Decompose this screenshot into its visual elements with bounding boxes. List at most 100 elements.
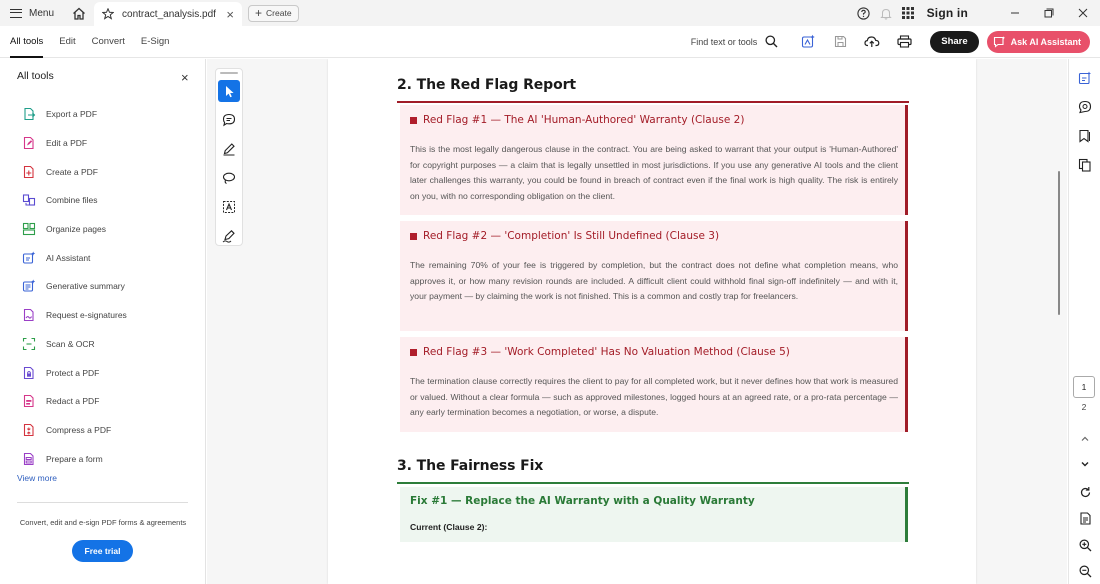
previous-page-button[interactable] — [1075, 429, 1095, 449]
tab-all-tools[interactable]: All tools — [10, 26, 44, 58]
tool-item-compress-a-pdf[interactable]: Compress a PDF — [22, 416, 127, 445]
red-flag-card-2: Red Flag #2 — 'Completion' Is Still Unde… — [400, 221, 908, 331]
tool-item-ai-assistant[interactable]: AI Assistant — [22, 243, 127, 272]
minimize-button[interactable] — [998, 0, 1032, 26]
document-view-icon — [1079, 511, 1091, 525]
cloud-upload-icon — [864, 36, 880, 47]
section-heading-fairness: 3. The Fairness Fix — [397, 458, 544, 474]
current-page-indicator[interactable]: 1 — [1073, 376, 1095, 398]
free-trial-button[interactable]: Free trial — [72, 540, 133, 562]
draw-tool[interactable] — [218, 138, 240, 160]
ai-tools-button[interactable] — [792, 26, 824, 58]
all-tools-panel: All tools × Export a PDF Edit a PDF Create… — [0, 59, 206, 584]
select-tool[interactable] — [218, 80, 240, 102]
search-icon — [765, 35, 778, 48]
panel-title: All tools — [17, 70, 54, 82]
tool-item-export-a-pdf[interactable]: Export a PDF — [22, 100, 127, 129]
red-square-icon — [410, 232, 417, 240]
comments-panel-button[interactable] — [1075, 97, 1095, 117]
close-window-button[interactable] — [1066, 0, 1100, 26]
red-flag-title-3: Red Flag #3 — 'Work Completed' Has No Va… — [410, 346, 790, 358]
star-icon[interactable] — [102, 8, 115, 20]
document-tab[interactable]: contract_analysis.pdf × — [94, 2, 243, 26]
main-toolbar: All tools Edit Convert E-Sign Find text … — [0, 26, 1100, 58]
restore-button[interactable] — [1032, 0, 1066, 26]
bell-icon — [879, 8, 892, 20]
tool-item-request-e-signatures[interactable]: Request e-signatures — [22, 301, 127, 330]
tool-item-edit-a-pdf[interactable]: Edit a PDF — [22, 129, 127, 158]
tool-label: Scan & OCR — [46, 338, 95, 349]
save-button[interactable] — [824, 26, 856, 58]
title-bar: Menu contract_analysis.pdf × + Create Si… — [0, 0, 1100, 26]
tab-convert[interactable]: Convert — [92, 26, 125, 58]
create-pdf-icon — [22, 165, 36, 179]
ai-panel-button[interactable] — [1075, 68, 1095, 88]
minimize-icon — [1011, 12, 1019, 14]
zoom-out-button[interactable] — [1075, 561, 1095, 581]
find-text-label[interactable]: Find text or tools — [691, 37, 758, 47]
page-2-indicator[interactable]: 2 — [1073, 402, 1095, 412]
red-flag-card-1: Red Flag #1 — The AI 'Human-Authored' Wa… — [400, 105, 908, 215]
tool-label: Export a PDF — [46, 109, 98, 120]
view-more-link[interactable]: View more — [17, 473, 57, 483]
ai-doc-icon — [1078, 71, 1091, 85]
edit-pdf-icon — [22, 136, 36, 150]
upload-cloud-button[interactable] — [856, 26, 888, 58]
panel-divider — [17, 502, 188, 503]
tool-item-scan-ocr[interactable]: Scan & OCR — [22, 330, 127, 359]
red-flag-card-3: Red Flag #3 — 'Work Completed' Has No Va… — [400, 337, 908, 432]
signature-tool[interactable] — [218, 225, 240, 247]
help-button[interactable] — [853, 0, 875, 26]
tool-item-create-a-pdf[interactable]: Create a PDF — [22, 157, 127, 186]
tab-esign[interactable]: E-Sign — [141, 26, 170, 58]
comment-tool[interactable] — [218, 109, 240, 131]
drag-handle[interactable] — [220, 72, 238, 74]
tool-label: Create a PDF — [46, 166, 98, 177]
prepare-form-icon — [22, 452, 36, 466]
red-flag-title-text-1: Red Flag #1 — The AI 'Human-Authored' Wa… — [423, 114, 745, 126]
next-page-button[interactable] — [1075, 454, 1095, 474]
tool-item-combine-files[interactable]: Combine files — [22, 186, 127, 215]
rotate-button[interactable] — [1075, 482, 1095, 502]
cursor-icon — [225, 85, 234, 97]
red-flag-body-3: The termination clause correctly require… — [410, 376, 898, 417]
notifications-button[interactable] — [875, 0, 897, 26]
ask-ai-label: Ask AI Assistant — [1010, 36, 1081, 47]
tool-item-prepare-a-form[interactable]: Prepare a form — [22, 444, 127, 473]
bookmarks-panel-button[interactable] — [1075, 126, 1095, 146]
tool-item-organize-pages[interactable]: Organize pages — [22, 215, 127, 244]
tool-item-protect-a-pdf[interactable]: Protect a PDF — [22, 358, 127, 387]
create-button[interactable]: + Create — [248, 4, 299, 22]
tab-close-icon[interactable]: × — [226, 7, 234, 22]
tab-edit[interactable]: Edit — [59, 26, 75, 58]
tab-title: contract_analysis.pdf — [122, 8, 216, 20]
zoom-in-icon — [1079, 539, 1091, 551]
find-button[interactable] — [762, 26, 780, 58]
ask-ai-assistant-button[interactable]: Ask AI Assistant — [986, 30, 1090, 53]
menu-button[interactable]: Menu — [0, 0, 64, 26]
home-button[interactable] — [64, 0, 94, 26]
create-label: Create — [266, 8, 292, 18]
section-rule-red — [397, 101, 909, 103]
chevron-down-icon — [1081, 462, 1089, 467]
sign-in-link[interactable]: Sign in — [927, 6, 968, 20]
tool-item-generative-summary[interactable]: Generative summary — [22, 272, 127, 301]
apps-button[interactable] — [897, 0, 919, 26]
zoom-in-button[interactable] — [1075, 535, 1095, 555]
tool-item-redact-a-pdf[interactable]: Redact a PDF — [22, 387, 127, 416]
panel-close-icon[interactable]: × — [181, 70, 189, 85]
document-viewport[interactable]: 2. The Red Flag Report Red Flag #1 — The… — [207, 59, 1067, 584]
comment-icon — [222, 113, 236, 127]
lasso-tool[interactable] — [218, 167, 240, 189]
pencil-icon — [223, 143, 235, 156]
text-box-tool[interactable] — [218, 196, 240, 218]
share-button[interactable]: Share — [930, 30, 979, 53]
tool-label: Protect a PDF — [46, 367, 100, 378]
tool-label: Prepare a form — [46, 453, 103, 464]
pdf-page: 2. The Red Flag Report Red Flag #1 — The… — [328, 59, 976, 584]
pages-panel-button[interactable] — [1075, 155, 1095, 175]
generative-summary-icon — [22, 279, 36, 293]
print-button[interactable] — [888, 26, 920, 58]
page-fit-button[interactable] — [1075, 508, 1095, 528]
vertical-scrollbar[interactable] — [1058, 171, 1060, 315]
